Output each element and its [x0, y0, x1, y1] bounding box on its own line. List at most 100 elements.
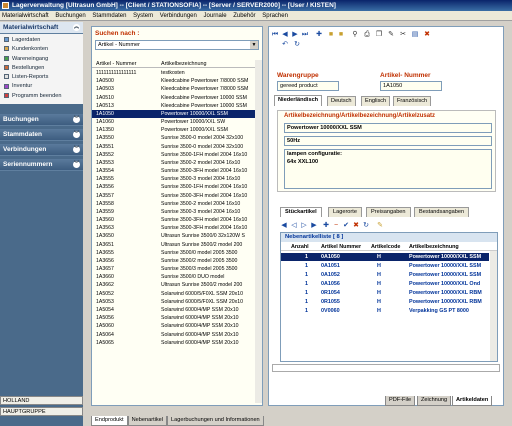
confirm-icon[interactable]: ✔	[342, 222, 350, 230]
remark-field[interactable]	[272, 364, 500, 372]
tab-pdf-file[interactable]: PDF-File	[385, 396, 416, 406]
chevron-down-icon[interactable]: ︾	[73, 116, 80, 124]
list-item[interactable]: 1A3563 Sunrise 3500-3FH model 2004 16x10	[92, 224, 262, 232]
list-item[interactable]: 1A3657 Sunrise 3500/3 model 2005 3500	[92, 265, 262, 273]
tab-franzoesisch[interactable]: Französisch	[393, 96, 432, 106]
next-record-icon[interactable]: ▶	[291, 31, 299, 39]
list-item[interactable]: 1A3554 Sunrise 3500-3FH model 2004 16x10	[92, 167, 262, 175]
table-row[interactable]: 1 0A1050 H Powertower 10000/XXL SSM	[281, 253, 489, 262]
list-item[interactable]: 1A3662 Ultrasun Sunrise 3500/2 model 200	[92, 281, 262, 289]
search-binoculars-icon[interactable]: ⚲	[351, 31, 359, 39]
remove-icon[interactable]: −	[332, 222, 340, 230]
table-row[interactable]: 1 0A1051 H Powertower 10000/XXL SSM	[281, 262, 489, 270]
pen-icon[interactable]: ✎	[387, 31, 395, 39]
list-item[interactable]: 1A3560 Sunrise 3500-3FH model 2004 16x10	[92, 216, 262, 224]
chevron-down-icon[interactable]: ︾	[73, 146, 80, 154]
warengruppe-field[interactable]: gereed product	[277, 81, 339, 91]
description-additional[interactable]: lampen configuratie: 64x XXL100	[284, 149, 492, 189]
menu-verbindungen[interactable]: Verbindungen	[160, 13, 197, 19]
description-line-1[interactable]: Powertower 10000/XXL SSM	[284, 123, 492, 133]
tab-stueckartikel[interactable]: Stückartikel	[280, 207, 322, 217]
menu-stammdaten[interactable]: Stammdaten	[92, 13, 126, 19]
sidebar-item-inventur[interactable]: Inventur	[4, 82, 83, 91]
list-item[interactable]: 1A0510 Kleedcabine Powertower 10000 SSM	[92, 94, 262, 102]
list-item[interactable]: 1A3651 Ultrasun Sunrise 3500/2 model 200	[92, 241, 262, 249]
chevron-down-icon[interactable]: ▼	[250, 41, 258, 49]
column-header-nummer[interactable]: Artikel - Nummer	[96, 60, 136, 68]
sidebar-item-programm-beenden[interactable]: Programm beenden	[4, 92, 83, 101]
list-item[interactable]: 1A1350 Powertower 10000/XXL SSM	[92, 126, 262, 134]
list-item[interactable]: 1A0503 Kleedcabine Powertower 7/8000 SSM	[92, 85, 262, 93]
scissors-icon[interactable]: ✂	[399, 31, 407, 39]
sidebar-item-kundenkonten[interactable]: Kundenkonten	[4, 45, 83, 54]
tab-preisangaben[interactable]: Preisangaben	[366, 207, 411, 217]
open-icon[interactable]: ■	[337, 31, 345, 39]
list-item[interactable]: 1A3559 Sunrise 3500-3 model 2004 16x10	[92, 208, 262, 216]
cancel-icon[interactable]: ✖	[352, 222, 360, 230]
tab-zeichnung[interactable]: Zeichnung	[417, 396, 452, 406]
next-record-icon[interactable]: ▷	[300, 222, 308, 230]
nav-section-stammdaten[interactable]: Stammdaten ︾	[0, 129, 83, 142]
nav-section-materialwirtschaft[interactable]: Materialwirtschaft ︽	[0, 22, 83, 34]
sidebar-item-lagerdaten[interactable]: Lagerdaten	[4, 36, 83, 45]
list-item[interactable]: 1A5054 Solarwind 6000/4/MP SSM 20x10	[92, 306, 262, 314]
tab-deutsch[interactable]: Deutsch	[327, 96, 356, 106]
refresh-icon[interactable]: ↻	[362, 222, 370, 230]
sidebar-item-bestellungen[interactable]: Bestellungen	[4, 64, 83, 73]
list-item[interactable]: 1A0500 Kleedcabine Powertower 7/8000 SSM	[92, 77, 262, 85]
menu-sprachen[interactable]: Sprachen	[262, 13, 288, 19]
chevron-down-icon[interactable]: ︾	[73, 161, 80, 169]
list-item[interactable]: 1A1050 Powertower 10000/XXL SSM	[92, 109, 262, 119]
chevron-up-icon[interactable]: ︽	[73, 24, 80, 31]
print-icon[interactable]: ⎙	[363, 31, 371, 39]
list-item[interactable]: 1A0513 Kleedcabine Powertower 10000 SSM	[92, 102, 262, 110]
list-item[interactable]: 1A3660 Sunrise 3500/0 DUO model	[92, 273, 262, 281]
menu-system[interactable]: System	[133, 13, 153, 19]
tab-lagerbuchungen[interactable]: Lagerbuchungen und Informationen	[167, 416, 264, 426]
menu-journale[interactable]: Journale	[204, 13, 227, 19]
last-record-icon[interactable]: ⏭	[301, 31, 309, 39]
table-row[interactable]: 1 0A1056 H Powertower 10000/XXL Ond	[281, 280, 489, 288]
table-row[interactable]: 1 0V0060 H Verpakking GS PT 8000	[281, 307, 489, 315]
search-field-select[interactable]: Artikel - Nummer ▼	[95, 40, 259, 50]
paste-icon[interactable]: ▤	[411, 31, 419, 39]
scrollbar[interactable]	[255, 60, 262, 403]
chevron-down-icon[interactable]: ︾	[73, 131, 80, 139]
list-item[interactable]: 1A5060 Solarwind 6000/4/MP SSM 20x10	[92, 322, 262, 330]
tab-endprodukt[interactable]: Endprodukt	[91, 416, 128, 426]
undo-icon[interactable]: ↶	[281, 41, 289, 49]
delete-icon[interactable]: ✖	[423, 31, 431, 39]
list-item[interactable]: 1A5064 Solarwind 6000/4/MP SSM 20x10	[92, 331, 262, 339]
refresh-icon[interactable]: ↻	[293, 41, 301, 49]
sidebar-item-wareneingang[interactable]: Wareneingang	[4, 55, 83, 64]
first-record-icon[interactable]: ⏮	[271, 31, 279, 39]
list-item[interactable]: 1A3551 Sunrise 3500-0 model 2004 32x100	[92, 143, 262, 151]
list-item[interactable]: 1A5056 Solarwind 6000/4/MP SSM 20x10	[92, 314, 262, 322]
first-record-icon[interactable]: ◀	[280, 222, 288, 230]
column-header-artikelcode[interactable]: Artikelcode	[371, 243, 400, 251]
menu-materialwirtschaft[interactable]: Materialwirtschaft	[2, 13, 49, 19]
nav-section-buchungen[interactable]: Buchungen ︾	[0, 114, 83, 127]
scrollbar[interactable]	[490, 251, 497, 361]
list-item[interactable]: 1A5052 Solarwind 6000/5/F0XL SSM 20x10	[92, 290, 262, 298]
column-header-artikel-nummer[interactable]: Artikel Nummer	[321, 243, 361, 251]
tab-bestandsangaben[interactable]: Bestandsangaben	[414, 207, 470, 217]
tab-niederlaendisch[interactable]: Niederländisch	[274, 95, 323, 106]
list-item[interactable]: 1A3550 Sunrise 3500-0 model 2004 32x100	[92, 134, 262, 142]
copy-icon[interactable]: ❐	[375, 31, 383, 39]
column-header-artikelbezeichnung[interactable]: Artikelbezeichnung	[409, 243, 459, 251]
list-item[interactable]: 1A3557 Sunrise 3500-3FH model 2004 16x10	[92, 192, 262, 200]
list-item[interactable]: 1A3650 Ultrasun Sunrise 3500/0 32x120W S	[92, 232, 262, 240]
table-row[interactable]: 1 0R1055 H Powertower 10000/XXL RBM	[281, 298, 489, 306]
edit-icon[interactable]: ✎	[376, 222, 384, 230]
add-icon[interactable]: ✚	[322, 222, 330, 230]
last-record-icon[interactable]: ▶	[310, 222, 318, 230]
new-record-icon[interactable]: ✚	[315, 31, 323, 39]
nav-section-seriennummern[interactable]: Seriennummern ︾	[0, 159, 83, 172]
prev-record-icon[interactable]: ◀	[281, 31, 289, 39]
folder-icon[interactable]: ■	[327, 31, 335, 39]
column-header-anzahl[interactable]: Anzahl	[291, 243, 309, 251]
list-item[interactable]: 1A3655 Sunrise 3500/0 model 2005 3500	[92, 249, 262, 257]
description-line-2[interactable]: 50Hz	[284, 136, 492, 146]
table-row[interactable]: 1 0A1052 H Powertower 10000/XXL SSM	[281, 271, 489, 279]
